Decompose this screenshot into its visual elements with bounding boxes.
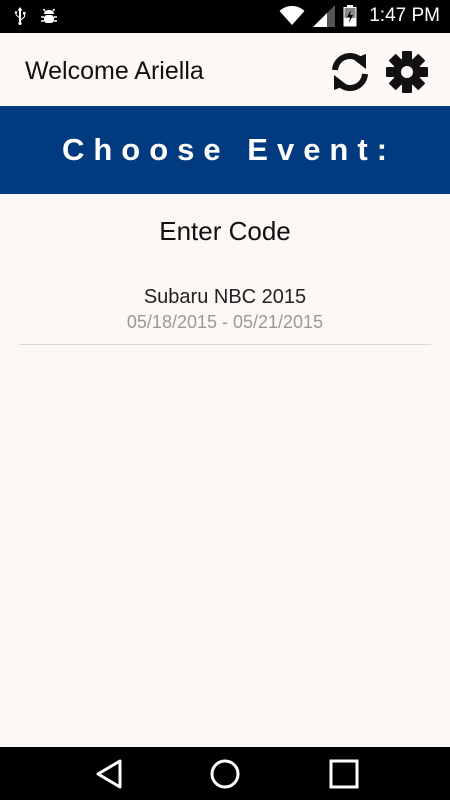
refresh-button[interactable] (329, 51, 371, 93)
app-header: Welcome Ariella (0, 33, 450, 106)
recents-button[interactable] (327, 757, 361, 791)
cellular-signal-icon (313, 5, 336, 27)
navigation-bar (0, 747, 450, 800)
battery-charging-icon (343, 5, 357, 27)
choose-event-banner: Choose Event: (0, 106, 450, 194)
banner-title: Choose Event: (61, 132, 397, 167)
home-button[interactable] (208, 757, 242, 791)
status-right-icons: 1:47 PM (279, 4, 440, 28)
event-list-item[interactable]: Subaru NBC 2015 05/18/2015 - 05/21/2015 (19, 280, 431, 345)
debug-bug-icon (41, 8, 57, 23)
settings-button[interactable] (385, 50, 429, 94)
event-dates: 05/18/2015 - 05/21/2015 (126, 312, 324, 332)
back-icon (96, 759, 122, 789)
welcome-text: Welcome Ariella (25, 57, 204, 85)
status-bar: 1:47 PM (0, 0, 450, 33)
wifi-icon (279, 6, 305, 25)
usb-icon (14, 7, 26, 25)
event-name: Subaru NBC 2015 (143, 286, 307, 308)
gear-icon (386, 51, 428, 93)
recents-icon (329, 759, 359, 789)
back-button[interactable] (92, 757, 126, 791)
enter-code-button[interactable]: Enter Code (0, 216, 450, 247)
refresh-icon (332, 53, 368, 91)
home-icon (210, 759, 240, 789)
status-time: 1:47 PM (369, 5, 440, 26)
status-left-icons (14, 6, 58, 26)
